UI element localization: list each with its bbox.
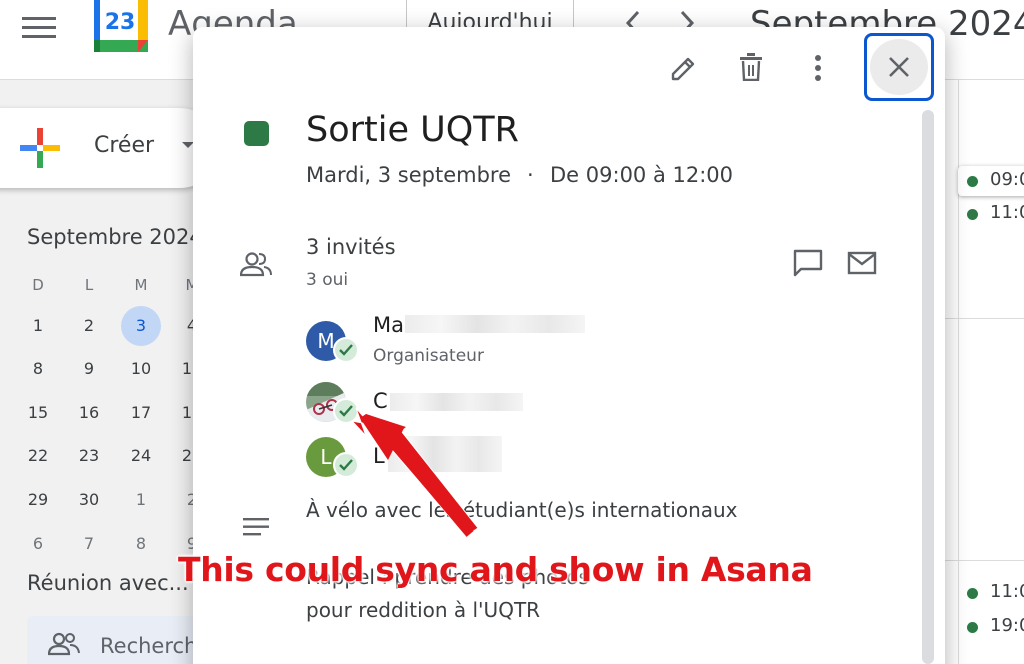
annotation-text: This could sync and show in Asana bbox=[178, 550, 813, 589]
